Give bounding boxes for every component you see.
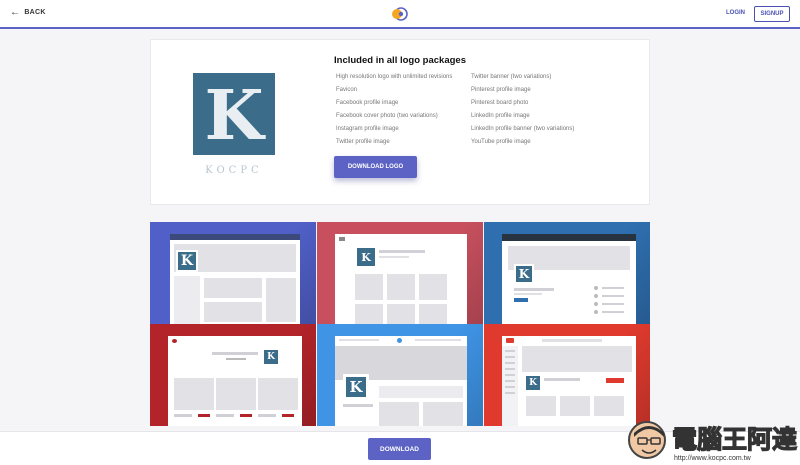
back-label: BACK xyxy=(24,9,46,16)
preview-tile-facebook[interactable]: K xyxy=(150,222,316,324)
mock-logo: K xyxy=(514,264,534,284)
package-list-left: High resolution logo with unlimited revi… xyxy=(336,71,452,149)
social-preview-grid: K K K K K K xyxy=(150,222,650,426)
top-navbar: ← BACK LOGIN SIGNUP xyxy=(0,0,800,29)
list-item: Twitter banner (two variations) xyxy=(471,74,552,80)
mock-page: K xyxy=(502,336,636,426)
list-item: Pinterest board photo xyxy=(471,100,529,106)
preview-tile-linkedin[interactable]: K xyxy=(484,222,650,324)
site-watermark: 電腦王阿達 http://www.kocpc.com.tw xyxy=(628,418,800,465)
mock-logo: K xyxy=(264,350,278,364)
watermark-text: 電腦王阿達 xyxy=(671,424,798,454)
mascot-face-icon xyxy=(628,421,666,459)
arrow-left-icon: ← xyxy=(10,7,21,18)
preview-tile-twitter[interactable]: K xyxy=(317,324,483,426)
mock-logo: K xyxy=(343,374,369,400)
list-item: Facebook profile image xyxy=(336,100,399,106)
mock-logo: K xyxy=(357,248,375,266)
watermark-url: http://www.kocpc.com.tw xyxy=(674,455,751,462)
list-item: Pinterest profile image xyxy=(471,87,531,93)
mock-logo: K xyxy=(176,250,198,272)
back-button[interactable]: ← BACK xyxy=(10,7,46,18)
mock-page: K xyxy=(335,336,467,426)
mock-page: K xyxy=(502,234,636,324)
logo-letter: K xyxy=(204,76,266,155)
list-item: LinkedIn profile banner (two variations) xyxy=(471,126,575,132)
mock-page: K xyxy=(335,234,467,324)
list-item: YouTube profile image xyxy=(471,139,531,145)
mock-logo: K xyxy=(526,376,540,390)
list-item: Facebook cover photo (two variations) xyxy=(336,113,438,119)
preview-tile-youtube[interactable]: K xyxy=(484,324,650,426)
mock-page: K xyxy=(170,234,300,324)
list-item: Favicon xyxy=(336,87,358,93)
list-item: Twitter profile image xyxy=(336,139,390,145)
preview-tile-pinterest[interactable]: K xyxy=(317,222,483,324)
logo-k-mark-icon: K xyxy=(204,76,266,156)
mock-page: K xyxy=(168,336,302,426)
logo-caption: KOCPC xyxy=(205,165,263,176)
download-button[interactable]: DOWNLOAD xyxy=(368,438,431,460)
list-item: Instagram profile image xyxy=(336,126,399,132)
list-item: LinkedIn profile image xyxy=(471,113,530,119)
brand-logo-icon[interactable] xyxy=(390,5,408,23)
package-list-right: Twitter banner (two variations) Pinteres… xyxy=(471,71,574,149)
login-link[interactable]: LOGIN xyxy=(726,10,745,16)
logo-preview: K xyxy=(193,73,275,156)
signup-button[interactable]: SIGNUP xyxy=(754,6,790,22)
logo-package-card: K KOCPC Included in all logo packages Hi… xyxy=(150,39,650,205)
list-item: High resolution logo with unlimited revi… xyxy=(336,74,453,80)
package-title: Included in all logo packages xyxy=(334,55,466,66)
preview-tile-youtube-channel[interactable]: K xyxy=(150,324,316,426)
mock-caption-line xyxy=(226,358,246,360)
download-logo-button[interactable]: DOWNLOAD LOGO xyxy=(334,156,417,178)
